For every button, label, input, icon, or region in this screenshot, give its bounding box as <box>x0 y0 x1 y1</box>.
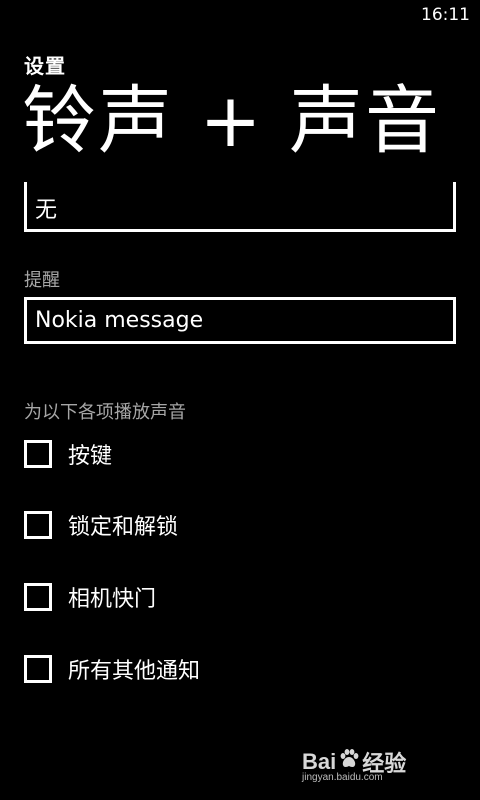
other-notifications-checkbox[interactable] <box>24 655 52 683</box>
keypress-checkbox[interactable] <box>24 440 52 468</box>
reminder-picker[interactable]: Nokia message <box>24 297 456 344</box>
checkbox-row-camera-shutter[interactable]: 相机快门 <box>24 580 156 614</box>
checkbox-row-lock-unlock[interactable]: 锁定和解锁 <box>24 508 178 542</box>
camera-shutter-label: 相机快门 <box>68 587 157 612</box>
checkbox-row-keypress[interactable]: 按键 <box>24 437 112 471</box>
page-title: 铃声 + 声音 <box>22 78 442 164</box>
lock-unlock-checkbox[interactable] <box>24 511 52 539</box>
reminder-value: Nokia message <box>35 308 204 333</box>
status-time: 16:11 <box>421 5 470 25</box>
ringtone-value: 无 <box>35 197 58 223</box>
watermark: Bai 经验 jingyan.baidu.com <box>302 742 452 786</box>
checkbox-row-other-notifications[interactable]: 所有其他通知 <box>24 652 200 686</box>
ringtone-picker[interactable]: 无 <box>24 182 456 232</box>
lock-unlock-label: 锁定和解锁 <box>68 515 179 540</box>
watermark-url: jingyan.baidu.com <box>302 772 383 783</box>
camera-shutter-checkbox[interactable] <box>24 583 52 611</box>
keypress-label: 按键 <box>68 444 113 469</box>
reminder-label: 提醒 <box>24 270 60 291</box>
other-notifications-label: 所有其他通知 <box>68 659 201 684</box>
sounds-section-label: 为以下各项播放声音 <box>24 402 186 423</box>
status-bar: 16:11 <box>0 0 480 32</box>
app-title: 设置 <box>24 54 66 78</box>
